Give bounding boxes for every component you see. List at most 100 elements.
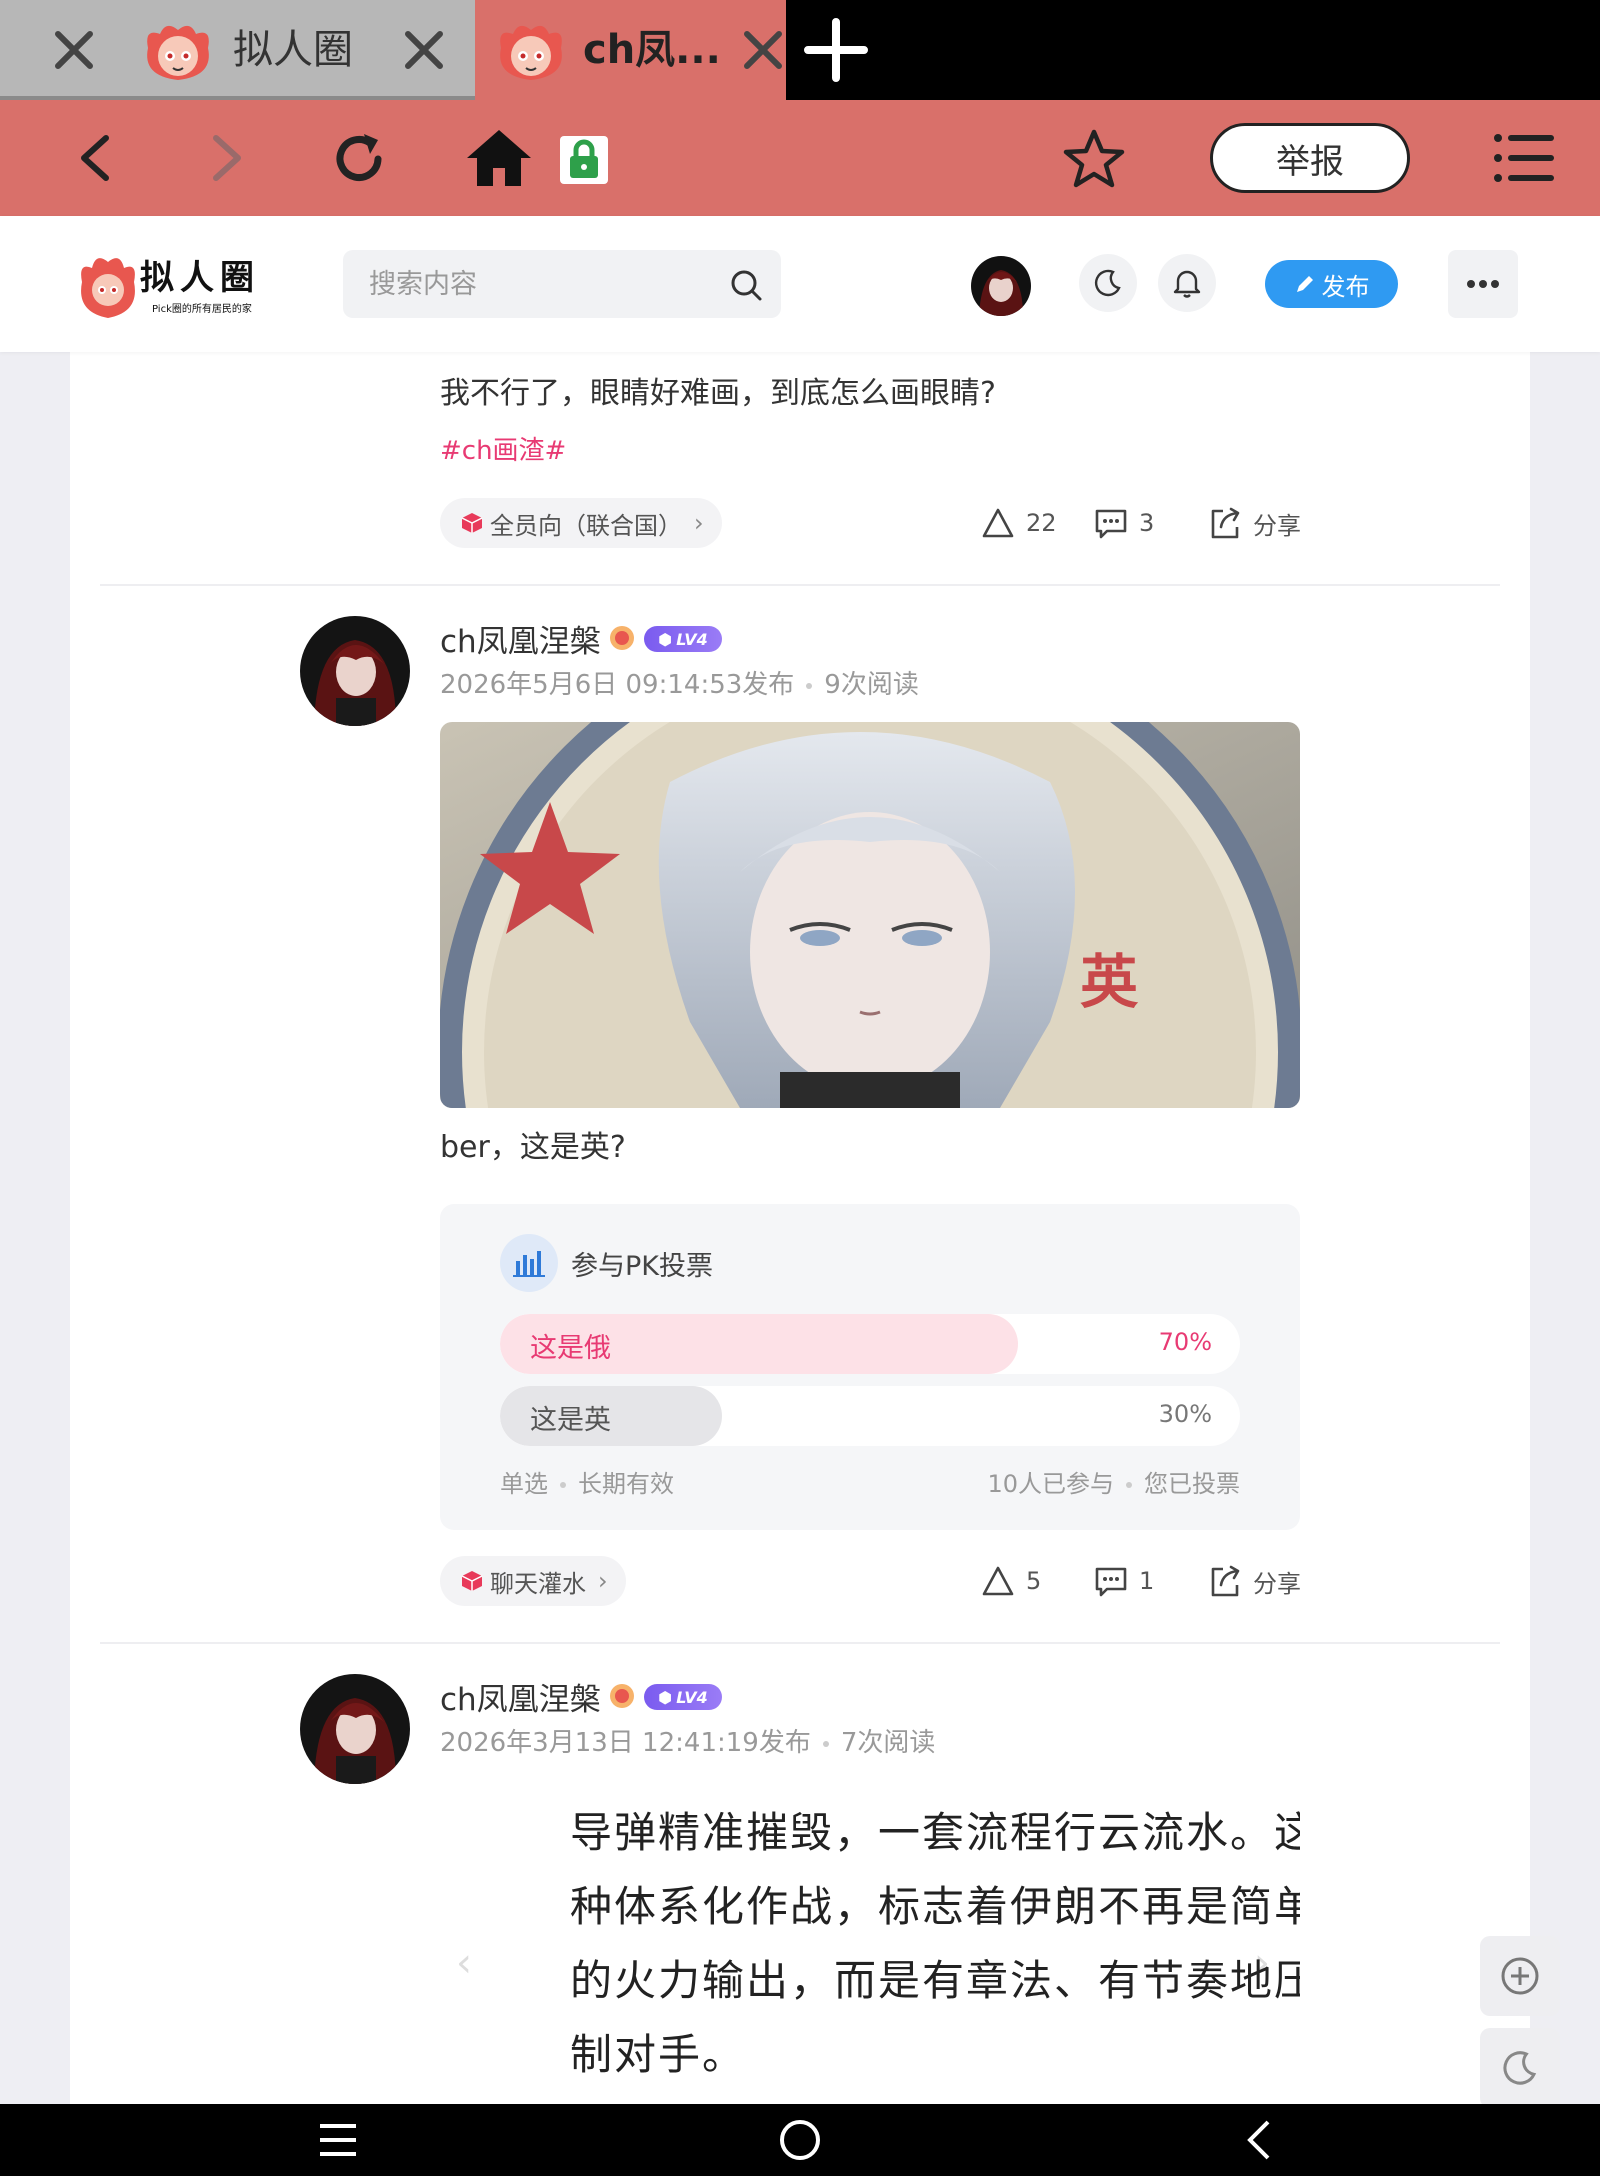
forward-icon[interactable]: [196, 130, 252, 186]
comment-button[interactable]: 3: [1093, 505, 1154, 541]
comment-button[interactable]: 1: [1093, 1563, 1154, 1599]
search-box: [343, 250, 781, 318]
author-name[interactable]: ch凤凰涅槃: [440, 616, 601, 661]
topic-tag[interactable]: 全员向（联合国） ›: [440, 498, 722, 548]
poll-option-1[interactable]: 这是俄 70%: [500, 1314, 1240, 1374]
post-date: 2026年3月13日 12:41:19发布: [440, 1728, 811, 1758]
site-logo-icon: [147, 25, 209, 80]
poll-participants: 10人已参与: [987, 1470, 1114, 1498]
moon-icon: [1094, 269, 1121, 297]
tab-title: 拟人圈: [233, 27, 353, 73]
like-triangle-icon: [982, 1566, 1014, 1596]
level-badge: ⬢ LV4: [644, 626, 722, 652]
text-line: 种体系化作战，标志着伊朗不再是简单: [570, 1882, 1300, 1931]
level-label: LV4: [676, 629, 708, 649]
bell-icon: [1173, 270, 1201, 298]
poll-option-2[interactable]: 这是英 30%: [500, 1386, 1240, 1446]
poll-option-label: 这是俄: [530, 1333, 611, 1364]
poll-title: 参与PK投票: [571, 1251, 713, 1282]
text-line: 制对手。: [570, 2030, 747, 2079]
post-divider: [100, 584, 1500, 586]
poll-voted-status: 您已投票: [1144, 1470, 1240, 1498]
post-image-text[interactable]: 导弹精准摧毁，一套流程行云流水。这 种体系化作战，标志着伊朗不再是简单 的火力输…: [570, 1796, 1370, 2096]
browser-tab-inactive[interactable]: 拟人圈: [0, 0, 475, 100]
plus-circle-icon: [1501, 1957, 1539, 1995]
logo-subtitle: Pick圈的所有居民的家: [152, 304, 252, 315]
topic-tag-label: 聊天灌水: [490, 1569, 586, 1598]
user-badge-icon: [610, 626, 634, 650]
home-circle-icon[interactable]: [778, 2118, 822, 2162]
chevron-right-icon: ›: [598, 1567, 608, 1595]
topic-tag-label: 全员向（联合国）: [490, 511, 682, 540]
like-triangle-icon: [982, 508, 1014, 538]
post-divider: [100, 1642, 1500, 1644]
reload-icon[interactable]: [328, 128, 390, 190]
topic-tag[interactable]: 聊天灌水 ›: [440, 1556, 626, 1606]
share-label: 分享: [1253, 511, 1301, 540]
tab-title: ch凤...: [583, 27, 721, 73]
cube-icon: [461, 1571, 483, 1591]
night-mode-button[interactable]: [1480, 2028, 1560, 2108]
pencil-icon: [1296, 276, 1313, 292]
search-input[interactable]: [343, 250, 703, 318]
like-button[interactable]: 22: [980, 505, 1057, 541]
more-button[interactable]: [1448, 250, 1518, 318]
author-name[interactable]: ch凤凰涅槃: [440, 1674, 601, 1719]
author-avatar[interactable]: [300, 616, 410, 726]
pk-poll: 参与PK投票 这是俄 70% 这是英 30% 单选 长期有效 10人已参与 您已投票: [440, 1204, 1300, 1530]
logo-title: 拟人圈: [140, 258, 260, 298]
comment-count: 3: [1139, 509, 1155, 537]
share-icon: [1211, 507, 1240, 539]
chevron-right-icon: ›: [694, 509, 704, 537]
share-button[interactable]: 分享: [1207, 505, 1301, 541]
dark-mode-toggle[interactable]: [1079, 254, 1137, 312]
browser-tab-active[interactable]: ch凤...: [475, 0, 786, 100]
level-shield-icon: ⬢: [658, 1687, 673, 1707]
poll-status: 10人已参与 您已投票: [987, 1464, 1240, 1499]
like-button[interactable]: 5: [980, 1563, 1041, 1599]
site-logo[interactable]: 拟人圈 Pick圈的所有居民的家: [76, 248, 276, 324]
text-line: 的火力输出，而是有章法、有节奏地压: [570, 1956, 1300, 2005]
level-shield-icon: ⬢: [658, 629, 673, 649]
comment-icon: [1095, 1567, 1127, 1597]
menu-list-icon[interactable]: [1492, 130, 1556, 186]
level-label: LV4: [676, 1687, 708, 1707]
notifications-button[interactable]: [1158, 254, 1216, 312]
publish-label: 发布: [1321, 272, 1370, 301]
carousel-prev-icon[interactable]: ‹: [456, 1940, 472, 1986]
close-icon[interactable]: [397, 23, 451, 77]
publish-button[interactable]: 发布: [1265, 260, 1398, 308]
like-count: 22: [1026, 509, 1057, 537]
close-icon[interactable]: [47, 23, 101, 77]
zoom-in-button[interactable]: [1480, 1936, 1560, 2016]
home-icon[interactable]: [465, 126, 533, 190]
view-count: 7次阅读: [840, 1728, 936, 1758]
browser-toolbar: 举报: [0, 100, 1600, 216]
recent-apps-icon[interactable]: [318, 2120, 358, 2160]
user-avatar[interactable]: [971, 256, 1031, 316]
more-dots-icon: [1467, 280, 1499, 288]
poll-settings: 单选 长期有效: [500, 1464, 674, 1499]
system-back-icon[interactable]: [1240, 2120, 1280, 2160]
poll-option-percent: 70%: [1158, 1328, 1212, 1356]
moon-icon: [1503, 2051, 1537, 2085]
site-logo-icon: [500, 25, 562, 80]
new-tab-icon[interactable]: [800, 14, 872, 86]
site-header: 拟人圈 Pick圈的所有居民的家 发布: [0, 216, 1600, 352]
report-button[interactable]: 举报: [1210, 123, 1410, 193]
hashtag-link[interactable]: #ch画渣#: [440, 430, 566, 467]
browser-tab-strip: 拟人圈 ch凤...: [0, 0, 1600, 100]
post-image[interactable]: 英: [440, 722, 1300, 1108]
like-count: 5: [1026, 1567, 1042, 1595]
poll-type: 单选: [500, 1470, 548, 1498]
lock-icon[interactable]: [560, 136, 608, 184]
share-button[interactable]: 分享: [1207, 1563, 1301, 1599]
share-icon: [1211, 1565, 1240, 1597]
user-badge-icon: [610, 1684, 634, 1708]
back-icon[interactable]: [70, 130, 126, 186]
close-icon[interactable]: [743, 23, 783, 77]
author-avatar[interactable]: [300, 1674, 410, 1784]
post-meta: 2026年5月6日 09:14:53发布 9次阅读: [440, 664, 919, 701]
search-icon[interactable]: [729, 268, 763, 302]
bookmark-star-icon[interactable]: [1062, 128, 1126, 190]
